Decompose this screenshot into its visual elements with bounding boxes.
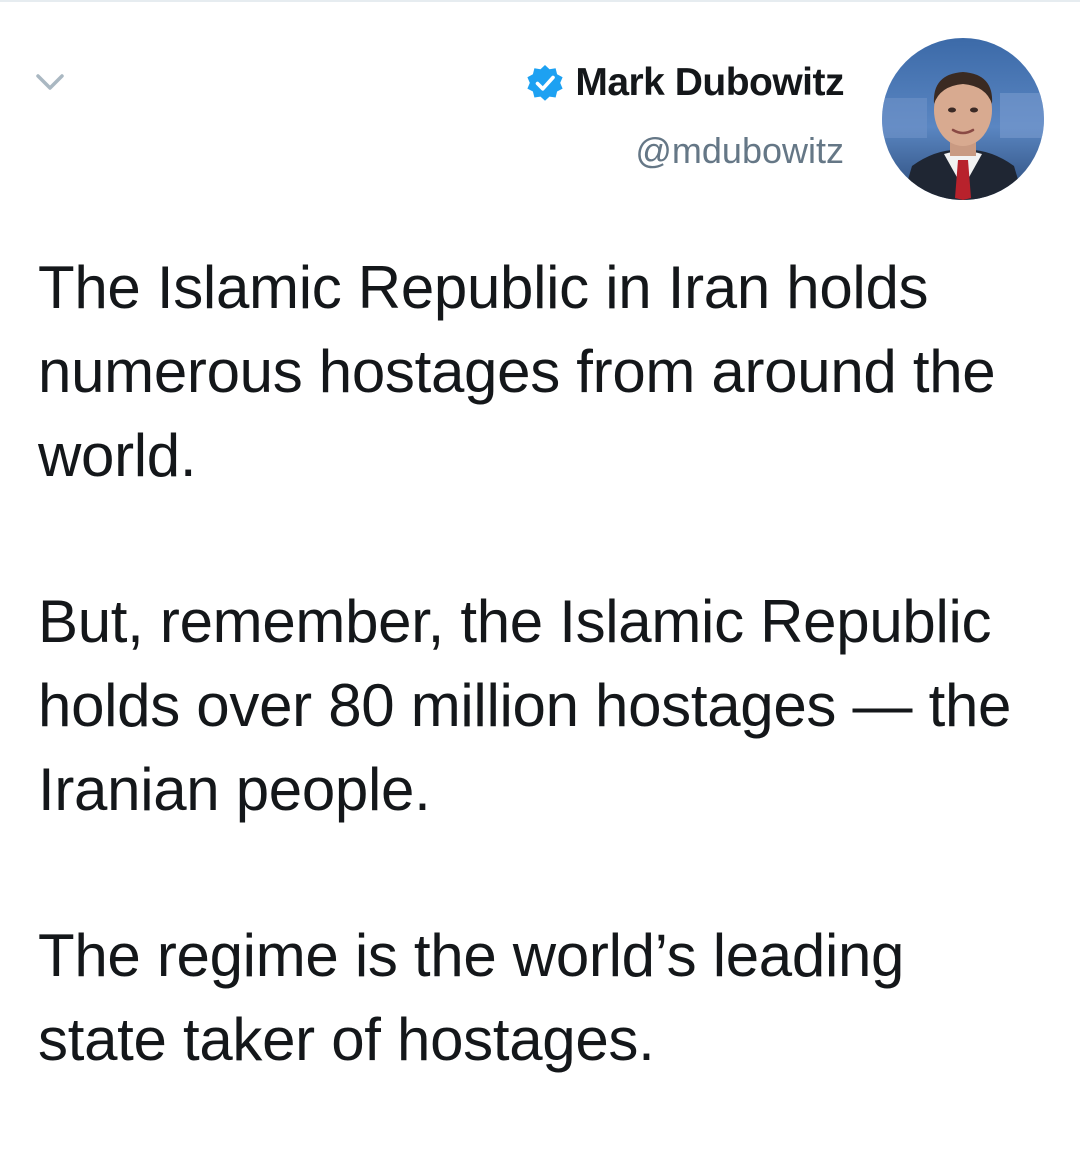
author-handle[interactable]: @mdubowitz	[525, 130, 844, 172]
tweet-paragraph: But, remember, the Islamic Republic hold…	[38, 588, 1012, 823]
tweet-text: The Islamic Republic in Iran holds numer…	[38, 246, 1048, 1164]
tweet-paragraph: The Islamic Republic in Iran holds numer…	[38, 254, 996, 489]
author-name-row: Mark Dubowitz	[525, 56, 844, 110]
tweet-paragraph: The regime is the world’s leading state …	[38, 922, 905, 1073]
author-display-name[interactable]: Mark Dubowitz	[575, 61, 844, 105]
avatar[interactable]	[882, 38, 1044, 200]
top-divider	[0, 0, 1080, 2]
tweet-author[interactable]: Mark Dubowitz @mdubowitz	[525, 56, 844, 172]
tweet-menu-button[interactable]	[32, 64, 68, 100]
verified-badge-icon	[527, 65, 563, 101]
chevron-down-icon	[36, 74, 64, 90]
profile-photo	[882, 38, 1044, 200]
